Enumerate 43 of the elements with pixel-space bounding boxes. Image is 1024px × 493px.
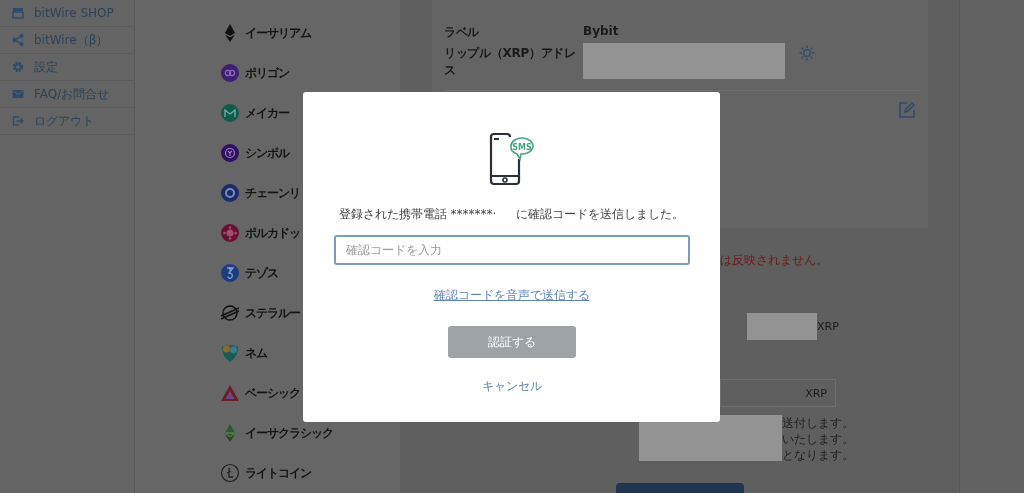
- voice-code-link[interactable]: 確認コードを音声で送信する: [433, 287, 590, 304]
- edit-icon[interactable]: [898, 101, 916, 119]
- field-label: リップル（XRP）アドレス: [444, 45, 577, 79]
- coin-name[interactable]: ライトコイン: [245, 464, 311, 482]
- coin-name[interactable]: シンボル: [245, 144, 289, 162]
- unit-label: XRP: [817, 320, 839, 333]
- share-icon: [12, 34, 24, 46]
- redacted-box: [747, 313, 817, 340]
- note-text: となります。: [782, 447, 854, 463]
- coin-name[interactable]: ポルカドッ: [245, 224, 300, 242]
- symbol-coin-icon: [220, 143, 240, 163]
- polygon-coin-icon: [220, 63, 240, 83]
- field-label: ラベル: [444, 24, 481, 41]
- amount-field[interactable]: XRP: [720, 379, 836, 407]
- store-icon: [12, 7, 24, 19]
- coin-name[interactable]: ベーシック: [245, 384, 300, 402]
- coin-name[interactable]: ポリゴン: [245, 64, 289, 82]
- cancel-link[interactable]: キャンセル: [481, 378, 542, 395]
- coin-name[interactable]: イーサリアム: [245, 24, 311, 42]
- litecoin-coin-icon: [220, 463, 240, 483]
- coin-name[interactable]: メイカー: [245, 104, 289, 122]
- coin-name[interactable]: チェーンリ: [245, 184, 300, 202]
- bat-coin-icon: [220, 383, 240, 403]
- sun-icon[interactable]: [799, 45, 815, 61]
- chainlink-coin-icon: [220, 183, 240, 203]
- coin-name[interactable]: ステラルー: [245, 304, 300, 322]
- coin-name[interactable]: テゾス: [245, 264, 278, 282]
- coin-name[interactable]: イーサクラシック: [245, 424, 333, 442]
- warning-text: は反映されません。: [720, 252, 829, 266]
- coin-name[interactable]: ネム: [245, 344, 267, 362]
- message-text: 登録された携帯電話 *******·: [338, 206, 497, 223]
- field-value: Bybit: [583, 23, 619, 38]
- logout-icon: [12, 115, 24, 127]
- stellar-coin-icon: [220, 303, 240, 323]
- message-text: に確認コードを送信しました。: [516, 206, 685, 223]
- sms-bubble-icon: SMS: [509, 137, 534, 160]
- tezos-coin-icon: [220, 263, 240, 283]
- settings-icon: [12, 61, 24, 73]
- nem-coin-icon: [220, 343, 240, 363]
- polkadot-coin-icon: [220, 223, 240, 243]
- mail-icon: [12, 88, 24, 100]
- maker-coin-icon: [220, 103, 240, 123]
- code-input-field[interactable]: 確認コードを入力: [333, 235, 690, 265]
